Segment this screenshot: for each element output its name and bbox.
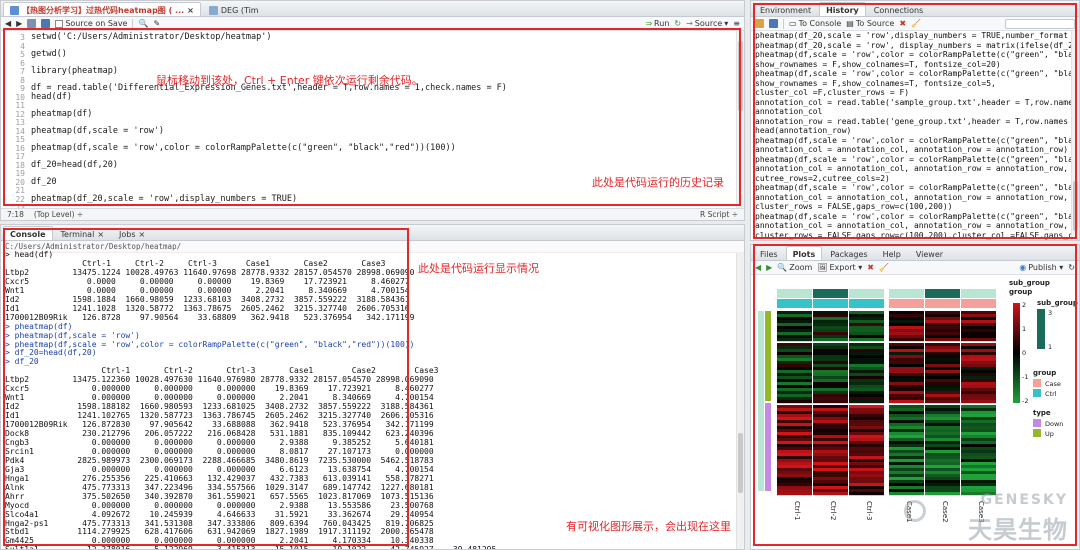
- rerun-icon[interactable]: ↻: [674, 19, 681, 28]
- back-arrow-icon[interactable]: ◀: [5, 19, 11, 28]
- show-in-window-icon[interactable]: [27, 19, 37, 28]
- history-highlight-box: [753, 3, 1077, 239]
- watermark: GENESKY 天昊生物: [900, 490, 1076, 546]
- source-arrow-icon: →: [686, 19, 693, 28]
- run-label: Run: [654, 19, 670, 28]
- editor-tab-deg[interactable]: DEG (Tim: [202, 2, 266, 16]
- forward-arrow-icon[interactable]: ▶: [16, 19, 22, 28]
- chevron-down-icon: ▾: [724, 19, 729, 28]
- file-type-selector[interactable]: R Script ÷: [700, 210, 738, 219]
- console-scrollbar[interactable]: [736, 253, 744, 549]
- run-arrow-icon: ⇒: [645, 19, 653, 28]
- source-on-save-label: Source on Save: [65, 19, 128, 28]
- console-highlight-box: [3, 228, 409, 546]
- source-label: Source: [694, 19, 723, 28]
- editor-tab-label: DEG (Tim: [220, 5, 259, 15]
- watermark-en: GENESKY: [980, 492, 1068, 508]
- cursor-position: 7:18: [7, 210, 24, 219]
- console-note: 此处是代码运行显示情况: [418, 262, 539, 275]
- save-icon[interactable]: [41, 19, 51, 28]
- scope-selector[interactable]: (Top Level) ÷: [34, 210, 83, 219]
- editor-tabbar: 【热图分析学习】过热代码heatmap图 ( ... × DEG (Tim: [1, 1, 744, 17]
- magic-wand-icon[interactable]: ✎: [153, 19, 160, 28]
- plots-note: 有可视化图形展示，会出现在这里: [566, 520, 731, 533]
- editor-tab-label: 【热图分析学习】过热代码heatmap图 ( ...: [22, 5, 185, 15]
- editor-note: 鼠标移动到该处，Ctrl + Enter 键依次运行剩余代码。: [156, 74, 423, 87]
- run-button[interactable]: ⇒ Run: [645, 19, 669, 28]
- source-on-save-toggle[interactable]: Source on Save: [55, 19, 127, 28]
- source-button[interactable]: → Source ▾: [686, 19, 728, 28]
- data-icon: [208, 5, 218, 15]
- console-output-line: Sult1a1 12.278016 5.122969 3.415313 15.1…: [5, 545, 497, 550]
- close-icon[interactable]: ×: [187, 6, 194, 15]
- scroll-thumb[interactable]: [738, 433, 743, 493]
- outline-icon[interactable]: ≡: [733, 19, 740, 28]
- r-script-icon: [10, 5, 19, 15]
- history-note: 此处是代码运行的历史记录: [592, 176, 724, 189]
- editor-status-bar: 7:18 (Top Level) ÷ R Script ÷: [1, 208, 744, 220]
- search-icon[interactable]: 🔍: [138, 19, 148, 28]
- editor-tab-heatmap[interactable]: 【热图分析学习】过热代码heatmap图 ( ... ×: [3, 2, 201, 16]
- watermark-cn: 天昊生物: [968, 516, 1068, 544]
- checkbox-icon: [55, 19, 64, 28]
- company-logo-icon: [904, 500, 926, 522]
